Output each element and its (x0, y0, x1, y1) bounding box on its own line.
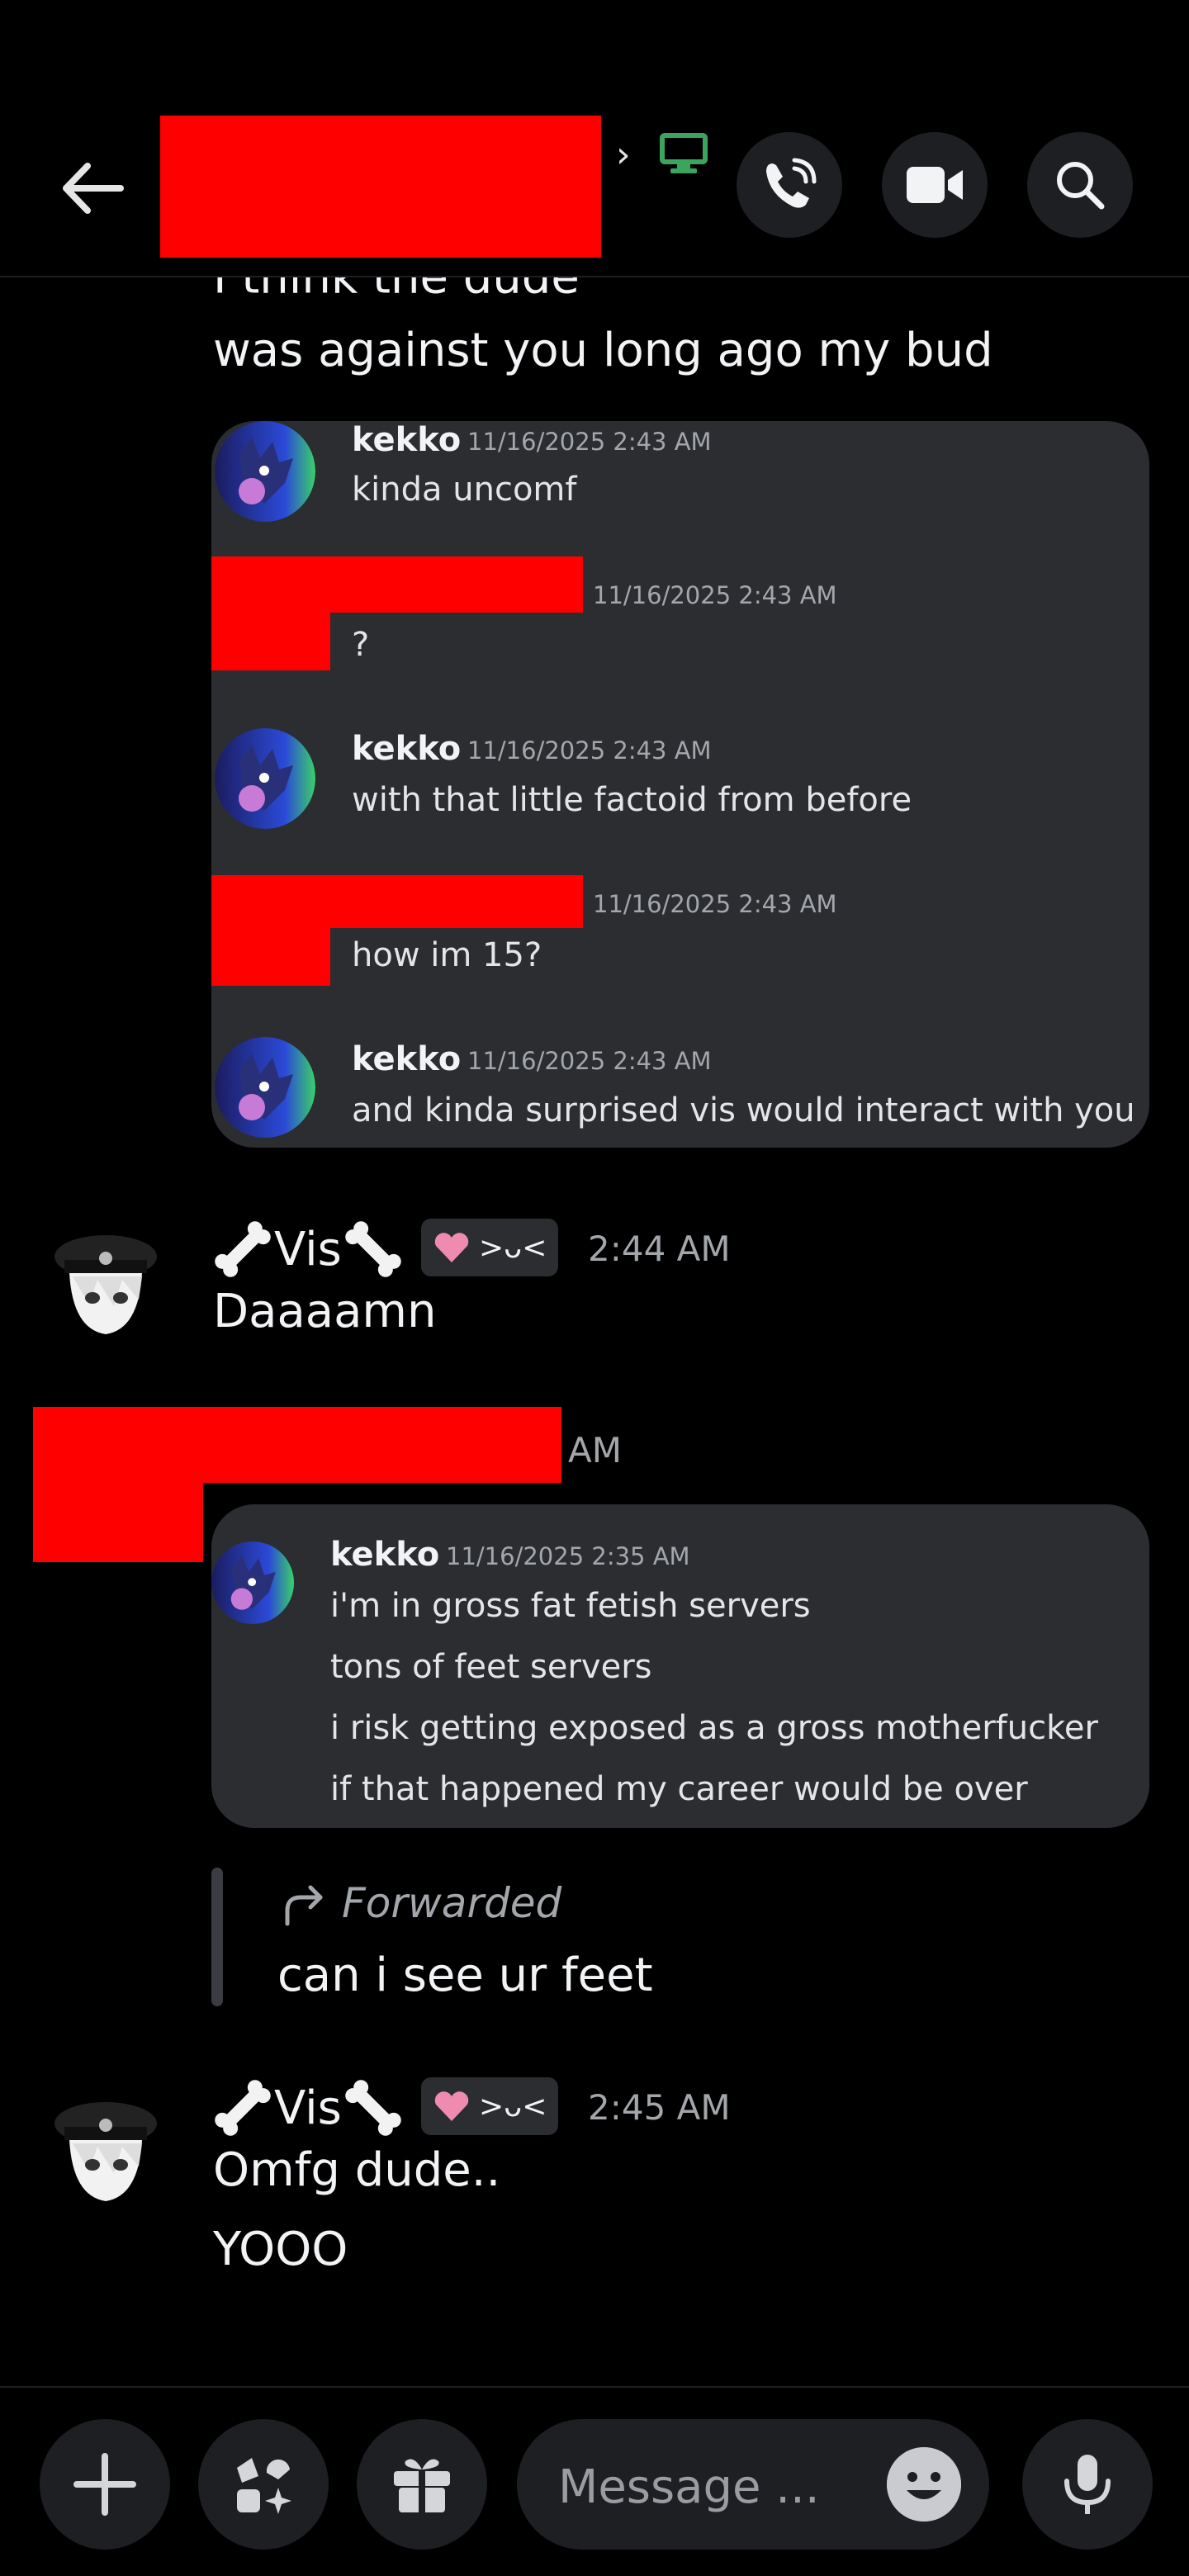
quote-text-line: tons of feet servers (330, 1648, 652, 1686)
microphone-icon (1064, 2455, 1111, 2514)
bone-icon (215, 1221, 271, 1277)
quote-author: kekko (330, 1536, 440, 1574)
quote-author: kekko (352, 421, 462, 459)
quote-text: how im 15? (352, 936, 542, 974)
arrow-left-icon (63, 163, 124, 214)
quote-text: kinda uncomf (352, 471, 577, 509)
bone-icon (215, 2080, 271, 2136)
add-attachment-button[interactable] (40, 2419, 170, 2550)
message-list[interactable]: I think the dude was against you long ag… (0, 0, 1189, 2386)
apps-button[interactable] (198, 2419, 329, 2550)
server-tag-text: >ᴗ< (479, 1230, 547, 1265)
back-button[interactable] (58, 154, 127, 223)
message-text: Omfg dude.. (213, 2143, 501, 2197)
username-text: Vis (274, 2081, 342, 2135)
composer-bar: Message ... (0, 2386, 1189, 2576)
quote-author: kekko (352, 730, 462, 768)
username-vis[interactable]: Vis (211, 1212, 405, 1286)
quote-text: ? (352, 626, 370, 664)
quote-text: and kinda surprised vis would interact w… (352, 1091, 1135, 1129)
gift-icon (394, 2459, 450, 2512)
quote-text: with that little factoid from before (352, 781, 912, 819)
kekko-avatar (215, 421, 315, 522)
server-tag[interactable]: >ᴗ< (421, 1219, 559, 1276)
heart-icon (434, 1233, 469, 1262)
server-tag[interactable]: >ᴗ< (421, 2077, 559, 2135)
quote-text-line: if that happened my career would be over (330, 1770, 1028, 1808)
username-text: Vis (274, 1222, 342, 1276)
voice-call-button[interactable] (737, 132, 842, 238)
plus-icon (73, 2453, 136, 2516)
vis-avatar[interactable] (40, 1214, 172, 1346)
quote-text-line: i risk getting exposed as a gross mother… (330, 1709, 1098, 1747)
emoji-icon (887, 2447, 961, 2522)
phone-call-icon (766, 158, 817, 208)
heart-icon (434, 2091, 469, 2121)
quote-timestamp: 11/16/2025 2:43 AM (467, 736, 712, 765)
video-camera-icon (907, 167, 963, 203)
vis-avatar[interactable] (40, 2081, 172, 2213)
quoted-screenshot-card[interactable]: kekko 11/16/2025 2:43 AM kinda uncomf 11… (211, 421, 1149, 1148)
username-vis[interactable]: Vis (211, 2071, 405, 2145)
quote-timestamp: 11/16/2025 2:43 AM (593, 581, 837, 609)
message-text: Daaaamn (213, 1285, 437, 1338)
kekko-avatar (211, 1537, 294, 1628)
redacted-avatar (211, 556, 330, 670)
forwarded-message-text: can i see ur feet (277, 1949, 653, 2002)
voice-message-button[interactable] (1022, 2419, 1153, 2550)
quote-author: kekko (352, 1040, 462, 1078)
forwarded-label: Forwarded (342, 1879, 562, 1927)
quote-timestamp: 11/16/2025 2:43 AM (467, 428, 712, 456)
bone-icon (345, 1221, 401, 1277)
message-text: was against you long ago my bud (213, 324, 993, 377)
message-input[interactable]: Message ... (517, 2419, 989, 2550)
message-timestamp: AM (568, 1430, 622, 1470)
gift-button[interactable] (357, 2419, 487, 2550)
kekko-avatar (215, 1037, 315, 1138)
quote-text-line: i'm in gross fat fetish servers (330, 1587, 811, 1625)
video-call-button[interactable] (882, 132, 988, 238)
channel-details-chevron[interactable]: › (616, 134, 631, 176)
apps-icon (237, 2458, 291, 2514)
quote-timestamp: 11/16/2025 2:43 AM (593, 890, 837, 918)
forward-arrow-icon (285, 1885, 323, 1926)
kekko-avatar (215, 728, 315, 829)
message-timestamp: 2:45 AM (588, 2087, 731, 2128)
desktop-online-icon (660, 133, 708, 173)
redacted-avatar (33, 1407, 203, 1562)
chat-header: › (0, 0, 1189, 277)
bone-icon (345, 2080, 401, 2136)
message-timestamp: 2:44 AM (588, 1229, 731, 1269)
search-icon (1057, 162, 1105, 210)
search-button[interactable] (1027, 132, 1133, 238)
message-text: YOOO (213, 2223, 348, 2276)
quoted-screenshot-card[interactable]: kekko 11/16/2025 2:35 AM i'm in gross fa… (211, 1504, 1149, 1828)
redacted-channel-name[interactable] (160, 116, 601, 258)
quote-timestamp: 11/16/2025 2:43 AM (467, 1047, 712, 1075)
forwarded-bar (211, 1868, 223, 2006)
redacted-avatar (211, 875, 330, 986)
server-tag-text: >ᴗ< (479, 2089, 547, 2124)
emoji-picker-button[interactable] (887, 2447, 961, 2522)
message-input-placeholder: Message ... (558, 2460, 820, 2514)
quote-timestamp: 11/16/2025 2:35 AM (446, 1542, 690, 1570)
